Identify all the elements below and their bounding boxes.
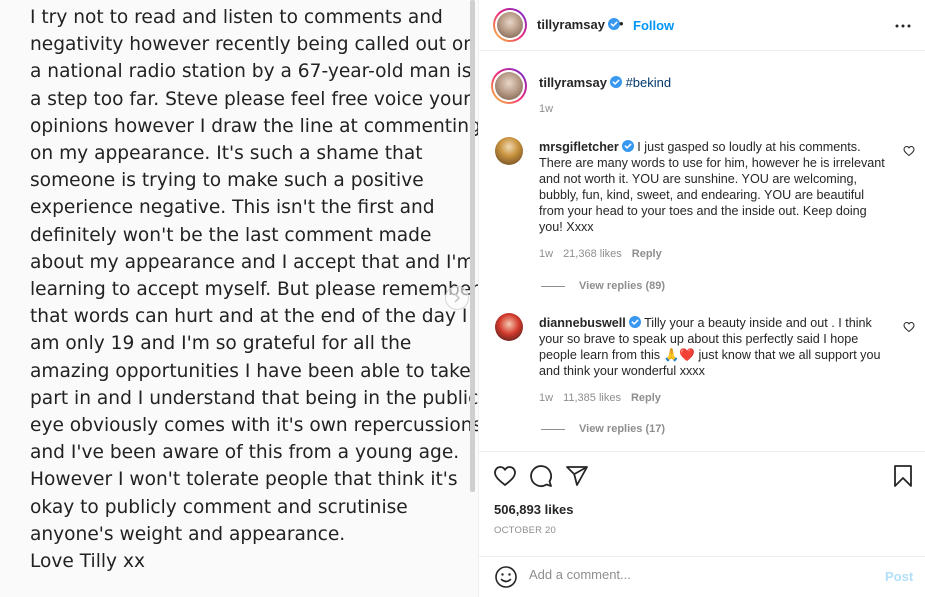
- post-text-line: amazing opportunities I have been able t…: [30, 360, 471, 382]
- post-comment-button[interactable]: Post: [885, 569, 913, 584]
- bookmark-icon[interactable]: [891, 464, 915, 488]
- reply-button[interactable]: Reply: [632, 248, 662, 260]
- like-comment-icon[interactable]: [903, 321, 915, 333]
- caption-username[interactable]: tillyramsay: [539, 75, 607, 90]
- post-text-line: on my appearance. It's such a shame that: [30, 143, 423, 165]
- replies-divider: [541, 285, 565, 287]
- comment-time[interactable]: 1w: [539, 248, 553, 260]
- verified-badge-icon: [628, 316, 641, 328]
- post-text-line: opinions however I draw the line at comm…: [30, 115, 478, 137]
- post-text-line: okay to publicly comment and scrutinise: [30, 496, 408, 518]
- reply-button[interactable]: Reply: [631, 392, 661, 404]
- like-icon[interactable]: [493, 464, 517, 488]
- post-text-line: I try not to read and listen to comments…: [30, 7, 443, 28]
- commenter-username[interactable]: mrsgifletcher: [539, 140, 619, 154]
- comment-body: mrsgifletcher I just gasped so loudly at…: [539, 139, 885, 235]
- post-header: tillyramsay • Follow: [479, 0, 925, 51]
- post-text-line: experience negative. This isn't the firs…: [30, 197, 435, 219]
- post-actions: 506,893 likes OCTOBER 20 Post: [479, 451, 925, 597]
- comment-body: dianneb​uswell Tilly your a beauty insid…: [539, 315, 885, 379]
- comment-icon[interactable]: [529, 464, 553, 488]
- post-text-line: a national radio station by a 67-year-ol…: [30, 61, 472, 83]
- replies-divider: [541, 428, 565, 430]
- view-replies-button[interactable]: View replies (89): [541, 280, 665, 292]
- emoji-icon[interactable]: [494, 565, 518, 589]
- post-text-line: a step too far. Steve please feel free v…: [30, 88, 471, 110]
- like-comment-icon[interactable]: [903, 145, 915, 157]
- comment-emoji: 🙏❤️: [663, 348, 695, 362]
- caption: tillyramsay #bekind: [539, 75, 671, 90]
- comment-meta: 1w 11,385 likes Reply: [539, 392, 671, 404]
- next-image-button[interactable]: [445, 286, 469, 310]
- post-text-line: am only 19 and I'm so grateful for all t…: [30, 333, 412, 355]
- post-image: I try not to read and listen to comments…: [0, 0, 478, 597]
- comment-likes[interactable]: 11,385 likes: [563, 392, 621, 404]
- likes-count[interactable]: 506,893 likes: [494, 502, 574, 517]
- header-separator: •: [619, 16, 624, 31]
- post-text-line: part in and I understand that being in t…: [30, 387, 478, 409]
- post-text-line: eye obviously comes with it's own reperc…: [30, 415, 478, 437]
- share-icon[interactable]: [565, 464, 589, 488]
- post-text-line: about my appearance and I accept that an…: [30, 251, 475, 273]
- comment-likes[interactable]: 21,368 likes: [563, 248, 622, 260]
- verified-badge-icon: [621, 140, 634, 152]
- add-comment-bar: Post: [479, 556, 925, 597]
- author-username-link[interactable]: tillyramsay: [537, 17, 620, 32]
- post-text-line: that words can hurt and at the end of th…: [30, 306, 468, 328]
- caption-avatar[interactable]: [491, 68, 527, 104]
- view-replies-button[interactable]: View replies (17): [541, 423, 665, 435]
- comment-input[interactable]: [529, 567, 869, 582]
- caption-hashtag[interactable]: #bekind: [626, 75, 672, 90]
- chevron-right-icon: [454, 293, 460, 303]
- commenter-avatar[interactable]: [495, 137, 523, 165]
- post-text-line: negativity however recently being called…: [30, 34, 476, 56]
- commenter-avatar[interactable]: [495, 313, 523, 341]
- post-text-line: someone is trying to make such a positiv…: [30, 170, 424, 192]
- post-details-panel: tillyramsay • Follow tillyramsay #bekind…: [478, 0, 925, 597]
- comment-text: I just gasped so loudly at his comments.…: [539, 140, 885, 234]
- caption-timestamp[interactable]: 1w: [539, 103, 553, 115]
- post-text-line: and I've been aware of this from a young…: [30, 442, 460, 464]
- post-text-line: However I won't tolerate people that thi…: [30, 469, 458, 491]
- comment-meta: 1w 21,368 likes Reply: [539, 248, 672, 260]
- post-text-line: Love Tilly xx: [30, 551, 145, 573]
- author-avatar[interactable]: [493, 8, 527, 42]
- image-scrollbar[interactable]: [470, 0, 475, 492]
- verified-badge-icon: [609, 76, 622, 88]
- commenter-username[interactable]: dianneb​uswell: [539, 316, 626, 330]
- follow-button[interactable]: Follow: [633, 18, 674, 33]
- post-text-line: learning to accept myself. But please re…: [30, 279, 478, 301]
- post-date[interactable]: OCTOBER 20: [494, 525, 556, 536]
- more-horizontal-icon[interactable]: [891, 14, 915, 38]
- post-image-text: I try not to read and listen to comments…: [30, 4, 478, 575]
- post-text-line: anyone's weight and appearance.: [30, 523, 346, 545]
- post-text-line: definitely won't be the last comment mad…: [30, 224, 432, 246]
- comment-time[interactable]: 1w: [539, 392, 553, 404]
